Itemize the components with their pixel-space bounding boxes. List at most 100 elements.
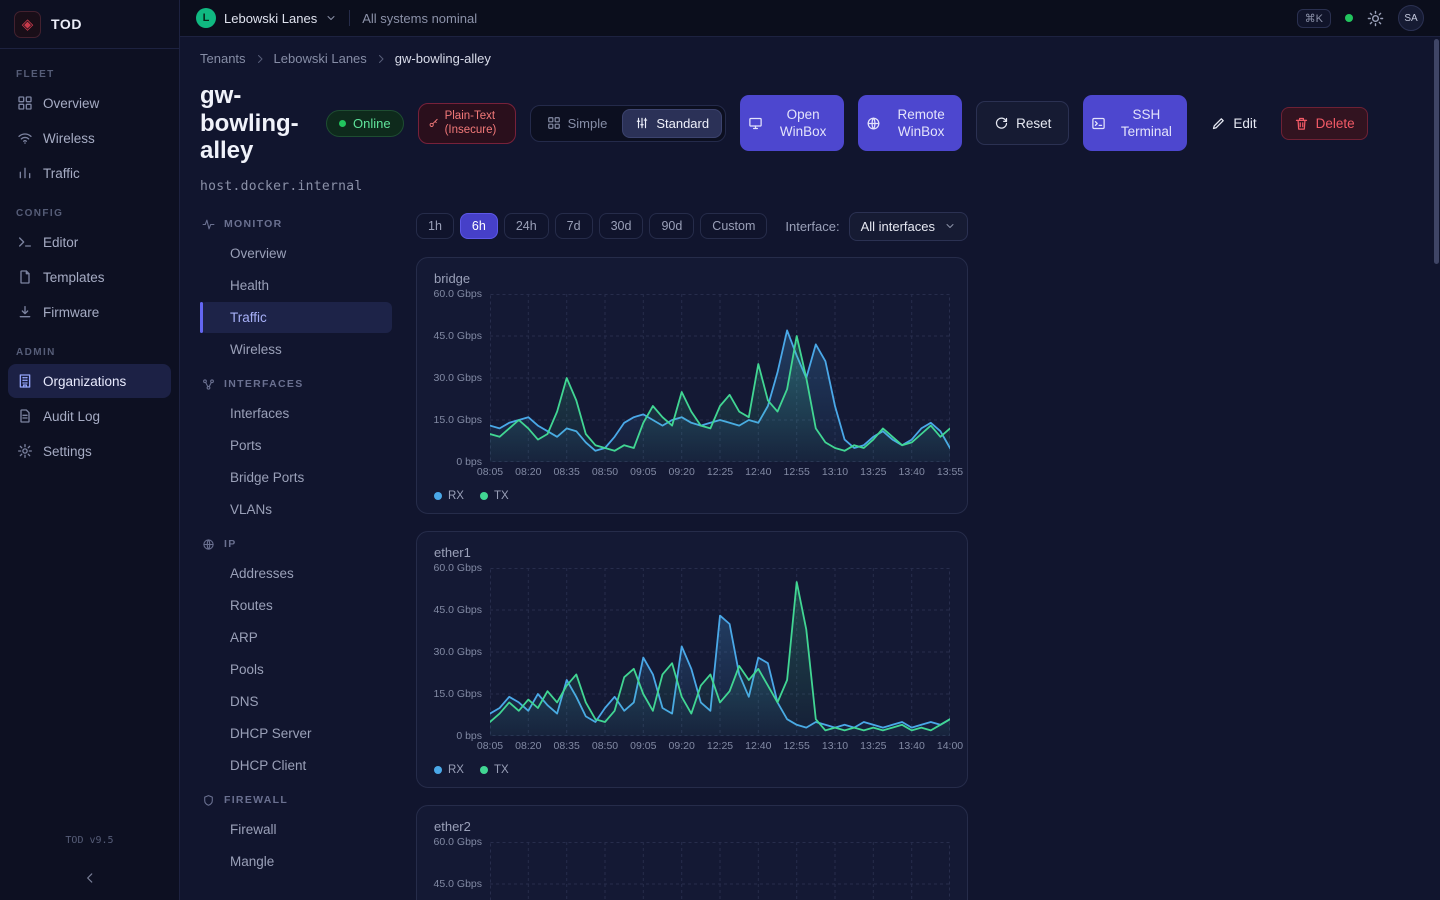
subnav-item-traffic[interactable]: Traffic [200,302,392,333]
y-axis-label: 15.0 Gbps [434,414,482,426]
file-icon [17,269,33,285]
subnav-item-bridge-ports[interactable]: Bridge Ports [200,462,392,493]
topbar: L Lebowski Lanes All systems nominal ⌘K … [180,0,1440,37]
x-axis: 08:0508:2008:3508:5009:0509:2012:2512:40… [490,740,950,755]
sidebar-item-label: Organizations [43,374,126,389]
subnav-item-pools[interactable]: Pools [200,654,392,685]
insecure-label: Plain-Text (Insecure) [445,109,506,138]
interface-select[interactable]: All interfaces [849,212,968,241]
open-winbox-button[interactable]: Open WinBox [740,95,844,151]
sidebar-item-audit-log[interactable]: Audit Log [8,399,171,433]
remote-winbox-button[interactable]: Remote WinBox [858,95,962,151]
shield-icon [202,794,215,807]
x-axis-label: 09:05 [630,466,656,478]
sidebar-item-editor[interactable]: Editor [8,225,171,259]
x-axis-label: 08:20 [515,740,541,752]
app-version: TOD v9.5 [0,835,179,846]
edit-button[interactable]: Edit [1201,108,1266,139]
subnav-section-label: IP [224,538,237,550]
trash-icon [1294,116,1309,131]
chevron-right-icon [375,53,387,65]
legend-dot [434,492,442,500]
subnav-item-vlans[interactable]: VLANs [200,494,392,525]
device-subnav: MONITOROverviewHealthTrafficWirelessINTE… [200,206,392,878]
ssh-terminal-button[interactable]: SSH Terminal [1083,95,1187,151]
scrollbar-thumb[interactable] [1434,39,1439,264]
x-axis-label: 12:40 [745,466,771,478]
reset-label: Reset [1016,116,1051,131]
subnav-item-routes[interactable]: Routes [200,590,392,621]
grid-icon [17,95,33,111]
range-30d[interactable]: 30d [599,213,644,239]
sidebar-item-templates[interactable]: Templates [8,260,171,294]
subnav-item-addresses[interactable]: Addresses [200,558,392,589]
sidebar-item-label: Overview [43,96,99,111]
x-axis-label: 08:20 [515,466,541,478]
user-avatar[interactable]: SA [1398,5,1424,31]
subnav-item-mangle[interactable]: Mangle [200,846,392,877]
x-axis-label: 13:55 [937,466,963,478]
subnav-item-health[interactable]: Health [200,270,392,301]
sidebar-item-organizations[interactable]: Organizations [8,364,171,398]
subnav-item-wireless[interactable]: Wireless [200,334,392,365]
terminal-icon [17,234,33,250]
topbar-divider [349,10,350,26]
range-24h[interactable]: 24h [504,213,549,239]
tenant-switcher[interactable]: L Lebowski Lanes [196,8,337,28]
subnav-item-overview[interactable]: Overview [200,238,392,269]
subnav-item-dns[interactable]: DNS [200,686,392,717]
x-axis-label: 13:25 [860,740,886,752]
breadcrumb-device: gw-bowling-alley [395,51,491,66]
sidebar-item-firmware[interactable]: Firmware [8,295,171,329]
sidebar-item-label: Templates [43,270,105,285]
chevron-left-icon [83,871,97,885]
subnav-item-dhcp-server[interactable]: DHCP Server [200,718,392,749]
chart-title: ether2 [434,819,952,834]
range-6h[interactable]: 6h [460,213,498,239]
sidebar-item-wireless[interactable]: Wireless [8,121,171,155]
breadcrumb-tenant[interactable]: Lebowski Lanes [274,51,367,66]
view-mode-simple[interactable]: Simple [534,109,621,138]
ssh-terminal-label: SSH Terminal [1113,106,1179,141]
gear-icon [17,443,33,459]
subnav-section-label: INTERFACES [224,378,304,390]
interface-label: Interface: [785,219,839,234]
legend-item-rx: RX [434,490,464,502]
sidebar-item-traffic[interactable]: Traffic [8,156,171,190]
subnav-section-firewall: FIREWALL [200,782,392,813]
delete-button[interactable]: Delete [1281,107,1368,140]
subnav-item-firewall[interactable]: Firewall [200,814,392,845]
subnav-item-arp[interactable]: ARP [200,622,392,653]
view-mode-toggle: Simple Standard [530,105,727,142]
wifi-icon [17,130,33,146]
range-custom[interactable]: Custom [700,213,767,239]
range-1h[interactable]: 1h [416,213,454,239]
range-7d[interactable]: 7d [555,213,593,239]
chevron-down-icon [325,12,337,24]
app-logo-icon: ◈ [14,11,41,38]
x-axis: 08:0508:2008:3508:5009:0509:2012:2512:40… [490,466,950,481]
command-palette-shortcut[interactable]: ⌘K [1297,9,1331,28]
x-axis-label: 13:25 [860,466,886,478]
simple-label: Simple [568,116,608,131]
reset-button[interactable]: Reset [976,101,1069,145]
download-icon [17,304,33,320]
sidebar-item-overview[interactable]: Overview [8,86,171,120]
app-shell: L Lebowski Lanes All systems nominal ⌘K … [180,0,1440,900]
chart-legend: RXTX [432,764,952,776]
breadcrumb: Tenants Lebowski Lanes gw-bowling-alley [200,51,1420,66]
view-mode-standard[interactable]: Standard [622,109,722,138]
theme-toggle-icon[interactable] [1367,10,1384,27]
breadcrumb-tenants[interactable]: Tenants [200,51,246,66]
remote-winbox-label: Remote WinBox [888,106,954,141]
sidebar-collapse-button[interactable] [0,862,179,894]
y-axis: 60.0 Gbps45.0 Gbps30.0 Gbps15.0 Gbps0 bp… [432,294,490,462]
subnav-item-ports[interactable]: Ports [200,430,392,461]
subnav-item-interfaces[interactable]: Interfaces [200,398,392,429]
range-90d[interactable]: 90d [649,213,694,239]
x-axis-label: 08:05 [477,466,503,478]
sidebar-section-fleet: FLEET [16,69,163,80]
sidebar-item-settings[interactable]: Settings [8,434,171,468]
subnav-item-dhcp-client[interactable]: DHCP Client [200,750,392,781]
subnav-section-label: FIREWALL [224,794,288,806]
